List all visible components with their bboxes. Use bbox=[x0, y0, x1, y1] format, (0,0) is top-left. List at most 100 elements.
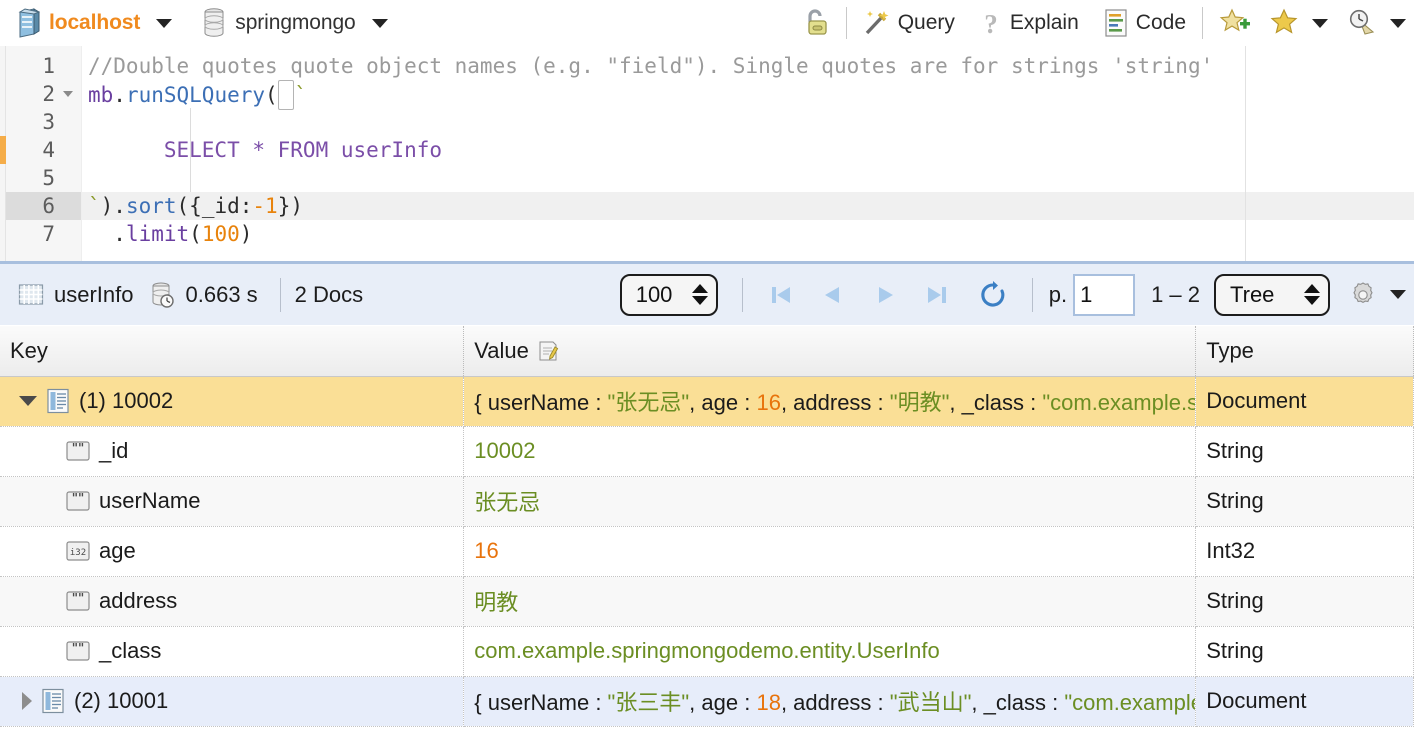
settings-dropdown-caret[interactable] bbox=[1390, 290, 1406, 299]
query-button[interactable]: Query bbox=[856, 7, 962, 39]
document-icon bbox=[41, 688, 65, 714]
value-segment: 16 bbox=[474, 538, 498, 563]
key-label: age bbox=[99, 538, 136, 564]
cell-key[interactable]: ""_id bbox=[0, 426, 464, 476]
cell-value[interactable]: { userName : "张三丰", age : 18, address : … bbox=[464, 676, 1196, 726]
code-line[interactable]: SELECT * FROM userInfo bbox=[82, 136, 1414, 164]
refresh-button[interactable] bbox=[963, 281, 1020, 309]
explain-button[interactable]: ? Explain bbox=[972, 6, 1086, 40]
results-separator-1 bbox=[280, 278, 281, 312]
code-line[interactable] bbox=[82, 164, 1414, 192]
stepper-up-icon[interactable] bbox=[692, 284, 708, 293]
database-dropdown-caret[interactable] bbox=[372, 19, 388, 28]
code-button[interactable]: Code bbox=[1096, 6, 1193, 40]
cell-value[interactable]: 16 bbox=[464, 526, 1196, 576]
code-editor[interactable]: 1234567 //Double quotes quote object nam… bbox=[0, 46, 1414, 264]
unlock-button[interactable] bbox=[797, 5, 837, 41]
code-line[interactable]: .limit(100) bbox=[82, 220, 1414, 248]
value-segment: "com.example.springmongodemo.entity.User… bbox=[1042, 390, 1195, 415]
key-label: _id bbox=[99, 438, 128, 464]
history-button[interactable] bbox=[1340, 6, 1384, 40]
previous-page-button[interactable] bbox=[807, 282, 859, 308]
code-token: ` bbox=[88, 194, 101, 218]
code-token: ( bbox=[189, 222, 202, 246]
star-plus-icon bbox=[1219, 8, 1251, 38]
history-dropdown-caret[interactable] bbox=[1390, 19, 1406, 28]
line-number[interactable]: 6 bbox=[0, 192, 81, 220]
table-row[interactable]: (2) 10001{ userName : "张三丰", age : 18, a… bbox=[0, 676, 1414, 726]
page-size-arrows[interactable] bbox=[692, 284, 708, 305]
collection-name: userInfo bbox=[54, 282, 134, 308]
table-row[interactable]: ""_class com.example.springmongodemo.enti… bbox=[0, 626, 1414, 676]
table-row[interactable]: ""userName张无忌String bbox=[0, 476, 1414, 526]
column-header-key[interactable]: Key bbox=[0, 326, 464, 376]
first-page-icon bbox=[768, 282, 794, 308]
table-row[interactable]: i32age16Int32 bbox=[0, 526, 1414, 576]
value-segment: 16 bbox=[756, 390, 780, 415]
next-page-button[interactable] bbox=[859, 282, 911, 308]
last-page-button[interactable] bbox=[911, 282, 963, 308]
cell-value[interactable]: { userName : "张无忌", age : 16, address : … bbox=[464, 376, 1196, 426]
connection-dropdown-caret[interactable] bbox=[156, 19, 172, 28]
value-segment: 张无忌 bbox=[474, 490, 540, 515]
cell-value[interactable]: 10002 bbox=[464, 426, 1196, 476]
cell-key[interactable]: ""_class bbox=[0, 626, 464, 676]
cell-type: Document bbox=[1196, 676, 1414, 726]
table-row[interactable]: (1) 10002{ userName : "张无忌", age : 16, a… bbox=[0, 376, 1414, 426]
code-line[interactable]: mb.runSQLQuery( ` bbox=[82, 80, 1414, 108]
cell-value[interactable]: 张无忌 bbox=[464, 476, 1196, 526]
database-selector[interactable]: springmongo bbox=[196, 8, 361, 38]
page-size-stepper[interactable]: 100 bbox=[620, 274, 718, 316]
cell-key[interactable]: i32age bbox=[0, 526, 464, 576]
svg-text:"": "" bbox=[72, 641, 85, 655]
value-segment: , _class : bbox=[949, 390, 1042, 415]
stepper-down-icon[interactable] bbox=[692, 296, 708, 305]
settings-button[interactable] bbox=[1330, 280, 1382, 310]
refresh-icon bbox=[979, 281, 1007, 309]
code-list-icon bbox=[1103, 8, 1129, 38]
cell-value[interactable]: 明教 bbox=[464, 576, 1196, 626]
line-number[interactable]: 1 bbox=[0, 52, 81, 80]
code-fold-triangle-icon[interactable] bbox=[63, 91, 73, 97]
cell-key[interactable]: ""address bbox=[0, 576, 464, 626]
connection-selector[interactable]: localhost bbox=[10, 8, 146, 38]
line-number[interactable]: 7 bbox=[0, 220, 81, 248]
line-number[interactable]: 5 bbox=[0, 164, 81, 192]
view-stepper-down-icon[interactable] bbox=[1304, 296, 1320, 305]
code-token: -1 bbox=[252, 194, 277, 218]
cell-key[interactable]: (2) 10001 bbox=[0, 676, 464, 726]
page-number-input[interactable] bbox=[1073, 274, 1135, 316]
first-page-button[interactable] bbox=[755, 282, 807, 308]
code-line[interactable]: `).sort({_id:-1}) bbox=[82, 192, 1414, 220]
expander-collapse-icon[interactable] bbox=[19, 396, 37, 406]
code-area[interactable]: //Double quotes quote object names (e.g.… bbox=[82, 46, 1414, 261]
expander-expand-icon[interactable] bbox=[22, 692, 32, 710]
add-favorite-button[interactable] bbox=[1212, 6, 1258, 40]
table-row[interactable]: ""address明教String bbox=[0, 576, 1414, 626]
column-header-type[interactable]: Type bbox=[1196, 326, 1414, 376]
line-number[interactable]: 4 bbox=[0, 136, 81, 164]
cell-key[interactable]: ""userName bbox=[0, 476, 464, 526]
view-mode-arrows[interactable] bbox=[1304, 284, 1320, 305]
unlocked-padlock-icon bbox=[804, 7, 830, 39]
column-header-value[interactable]: Value bbox=[464, 326, 1196, 376]
line-number[interactable]: 3 bbox=[0, 108, 81, 136]
value-segment: , address : bbox=[781, 390, 890, 415]
cell-value[interactable]: com.example.springmongodemo.entity.UserI… bbox=[464, 626, 1196, 676]
right-margin-guide bbox=[1245, 46, 1246, 261]
line-number[interactable]: 2 bbox=[0, 80, 81, 108]
table-row[interactable]: ""_id10002String bbox=[0, 426, 1414, 476]
value-segment: com.example.springmongodemo.entity.UserI… bbox=[474, 638, 939, 663]
code-line[interactable] bbox=[82, 108, 1414, 136]
error-marker[interactable] bbox=[0, 136, 6, 164]
code-line[interactable]: //Double quotes quote object names (e.g.… bbox=[82, 52, 1414, 80]
document-icon bbox=[46, 388, 70, 414]
view-mode-stepper[interactable]: Tree bbox=[1214, 274, 1330, 316]
view-stepper-up-icon[interactable] bbox=[1304, 284, 1320, 293]
server-icon bbox=[16, 8, 40, 38]
code-token: sort bbox=[126, 194, 177, 218]
favorites-button[interactable] bbox=[1262, 6, 1306, 40]
favorites-dropdown-caret[interactable] bbox=[1312, 19, 1328, 28]
cell-key[interactable]: (1) 10002 bbox=[0, 376, 464, 426]
previous-page-icon bbox=[820, 282, 846, 308]
